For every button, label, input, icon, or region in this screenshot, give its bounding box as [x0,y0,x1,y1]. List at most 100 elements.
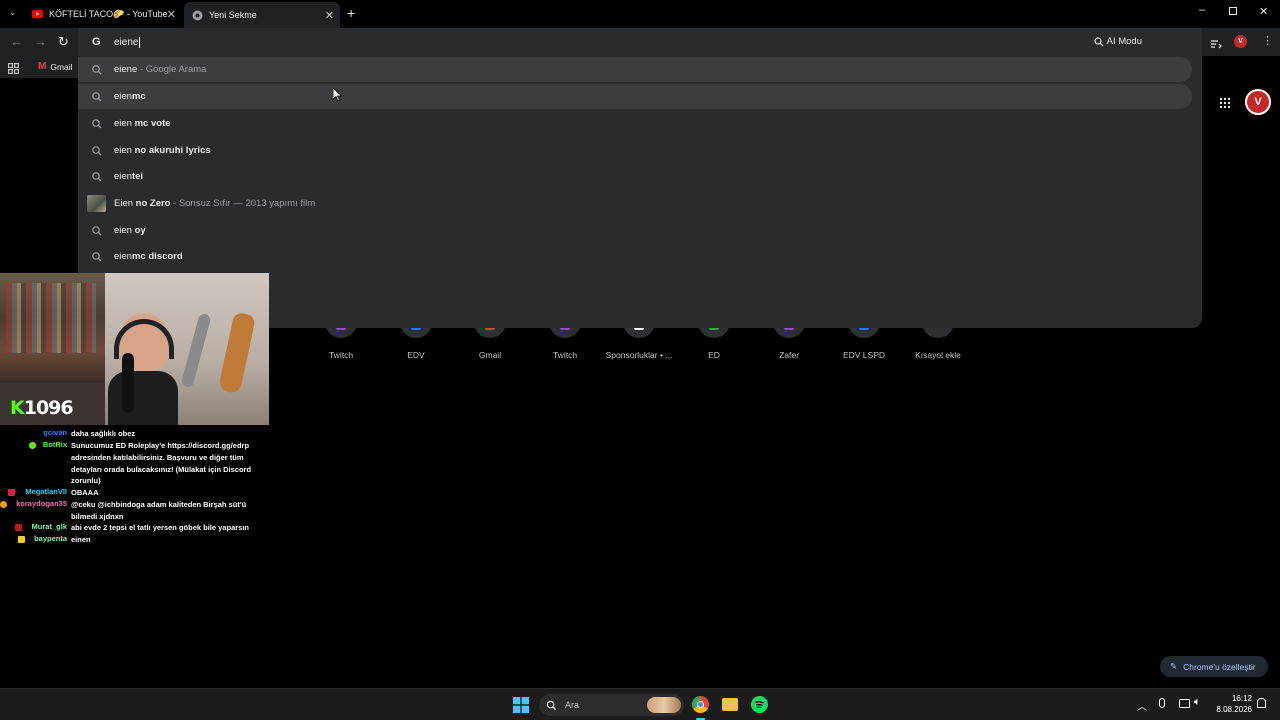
suggestion-text: eien oy [114,225,146,236]
suggestion-text: eienmc discord [114,251,183,262]
gmail-bookmark-label: Gmail [50,61,73,72]
subscriber-badge-icon [18,536,25,543]
suggestion-text: eien no akuruhi lyrics [114,145,211,156]
forward-arrow-icon[interactable]: → [34,34,47,49]
gmail-icon: M [38,61,47,72]
chat-text: abi evde 2 tepsi el tatlı yersen göbek b… [71,523,249,532]
search-icon [92,251,102,261]
extension-vpn-icon[interactable]: V [1234,35,1247,48]
suggestion-text: eien mc vote [114,118,171,129]
windows-start-icon[interactable] [513,697,529,718]
chat-text: OBAAA [71,488,99,497]
volume-icon[interactable]: 🔈︎ [1194,696,1201,709]
suggestion-item[interactable]: eienmc discord [78,244,1192,269]
address-bar[interactable]: G eiene AI Modu [78,28,1202,56]
chat-username: Murat_glk [31,522,67,531]
suggestion-text: eientei [114,171,144,182]
reload-icon[interactable]: ↻ [58,34,69,50]
shortcut-label: Sponsorluklar • ... [605,350,673,360]
suggestion-item[interactable]: eiene - Google Arama [78,57,1192,82]
pencil-icon: ✎ [1170,661,1178,671]
clock-date: 8.08.2026 [1216,705,1252,714]
ai-mode-button[interactable]: AI Modu [1094,36,1142,47]
mouse-cursor-icon [333,88,342,102]
network-icon[interactable] [1179,699,1190,708]
webcam-background-shelf-items [6,283,96,353]
tab-strip: ⌄ KÖFTELİ TACO🌮 - YouTube ✕ Yeni Sekme ✕… [0,0,1280,28]
taskbar-clock[interactable]: 16:12 8.08.2026 [1216,693,1252,715]
gmail-bookmark[interactable]: M Gmail [38,61,73,72]
profile-avatar[interactable]: V [1245,89,1271,115]
back-arrow-icon[interactable]: ← [10,34,23,49]
suggestion-item[interactable]: eien oy [78,218,1192,243]
shortcut-label: EDV LSPD [842,350,886,360]
shortcut-label: Gmail [478,350,502,360]
customize-chrome-button[interactable]: ✎ Chrome'u özelleştir [1160,656,1268,677]
chat-text: daha sağlıklı obez [71,429,136,438]
webcam-microphone [122,353,134,413]
webcam-overlay: K1096 [0,273,269,425]
suggestion-item[interactable]: eienmc [78,84,1192,109]
chat-username: koraydogan35 [16,499,67,508]
bookmarks-bar: M Gmail [0,56,78,78]
search-icon [92,91,102,101]
tab-label: Yeni Sekme [209,10,257,20]
show-hidden-icons-chevron-icon[interactable]: ︿ [1137,698,1147,713]
chat-username: gcivan [43,428,67,437]
search-icon [92,145,102,155]
address-input[interactable]: eiene [114,36,141,48]
webcam-person-body [108,371,178,425]
suggestion-item[interactable]: eien no akuruhi lyrics [78,138,1192,163]
shortcut-label: EDV [407,350,425,360]
close-tab-icon[interactable]: ✕ [325,9,334,22]
tab-search-icon[interactable] [1210,36,1222,49]
google-g-icon: G [92,36,101,48]
movie-thumbnail [87,195,106,212]
tab-youtube[interactable]: KÖFTELİ TACO🌮 - YouTube ✕ [24,2,182,26]
suggestion-item[interactable]: eien mc vote [78,111,1192,136]
shortcut-label: Twitch [328,350,354,360]
taskbar-search[interactable]: Ara [539,694,684,716]
notification-bell-icon[interactable] [1257,698,1266,708]
chrome-icon [192,10,203,21]
shortcut-label: Zafer [779,350,799,360]
shortcut-label: Kısayol ekle [915,350,961,360]
suggestion-item[interactable]: Eien no Zero - Sonsuz Sıfır — 2013 yapım… [78,191,1192,216]
close-window-icon[interactable]: ✕ [1259,5,1268,18]
chat-username: BotRix [42,440,67,449]
chat-text: @ceku @ichbindoga adam kaliteden Birşah … [71,500,247,521]
suggestion-text: Eien no Zero - Sonsuz Sıfır — 2013 yapım… [114,198,316,209]
menu-kebab-icon[interactable]: ⋮ [1262,34,1273,47]
search-icon [92,171,102,181]
search-icon [92,118,102,128]
new-tab-plus-icon[interactable]: + [347,5,355,21]
shortcut-label: ED [708,350,720,360]
search-icon [92,64,102,74]
apps-grid-icon[interactable] [8,61,19,79]
webcam-person [108,313,178,425]
close-tab-icon[interactable]: ✕ [167,8,176,21]
suggestion-text: eiene - Google Arama [114,64,207,75]
tab-search-chevron-icon[interactable]: ⌄ [9,7,17,18]
microphone-icon[interactable] [1159,698,1165,708]
chat-text: einen [71,535,91,544]
search-icon [546,700,557,710]
shortcut-label: Twitch [552,350,578,360]
tab-new-tab[interactable]: Yeni Sekme ✕ [184,2,340,28]
google-apps-icon[interactable] [1219,96,1231,114]
chrome-taskbar-icon[interactable] [692,696,709,713]
chat-text: Sunucumuz ED Roleplay'e https://discord.… [71,441,252,486]
spotify-icon[interactable] [751,696,768,713]
clock-time: 16:12 [1231,694,1252,703]
minimize-icon[interactable]: – [1199,4,1205,16]
subscriber-badge-icon [8,489,15,496]
bot-badge-icon [29,442,36,449]
taskbar-search-placeholder: Ara [565,700,580,710]
taskbar: Ara ︿ 🔈︎ 16:12 8.08.2026 [0,688,1280,720]
suggestion-item[interactable]: eientei [78,164,1192,189]
youtube-icon [32,9,43,20]
viewer-counter: K1096 [10,397,74,419]
file-explorer-icon[interactable] [722,698,738,711]
viewer-count: 1096 [23,397,74,419]
restore-icon[interactable] [1229,7,1237,15]
